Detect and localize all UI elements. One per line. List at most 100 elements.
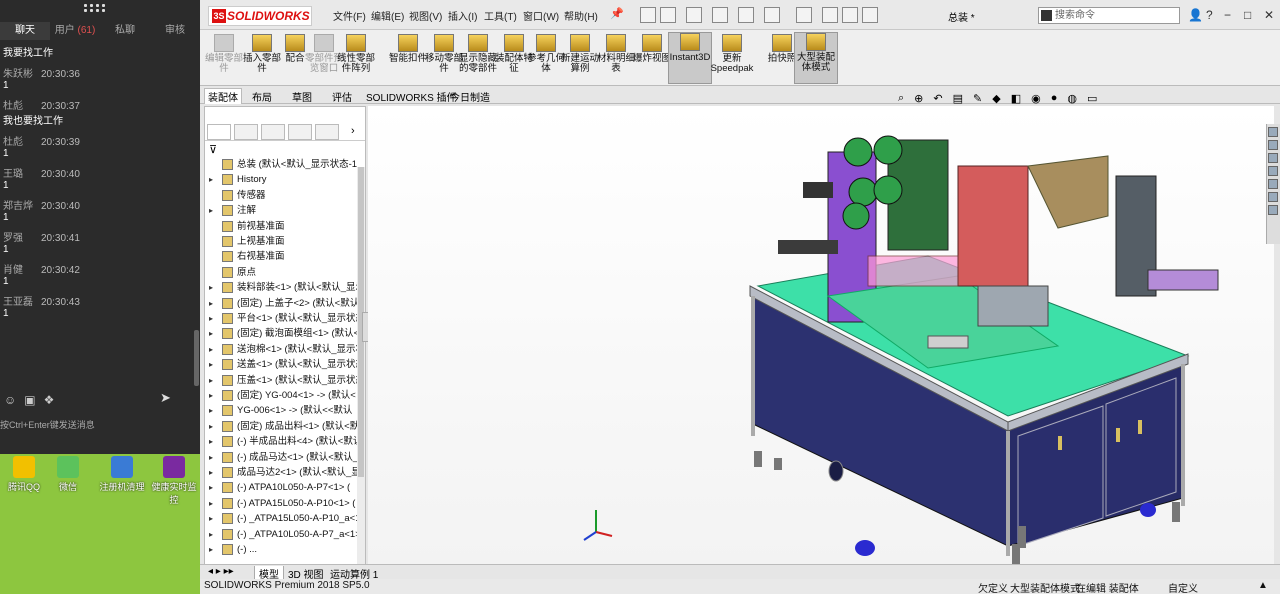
undo-icon[interactable] [764, 7, 780, 23]
desktop-icon-wechat[interactable]: 微信 [44, 454, 92, 493]
drag-handle-icon[interactable] [84, 4, 106, 14]
desktop-icon-monitor[interactable]: 健康实时监控 [150, 454, 198, 506]
ribbon-button-13[interactable]: Instant3D [668, 32, 712, 84]
tab-users[interactable]: 用户 (61) [50, 22, 100, 40]
expand-arrow-icon[interactable]: ▸ [209, 496, 213, 511]
section-view-icon[interactable]: ▤ [953, 92, 963, 106]
smile-icon[interactable]: ☺ [4, 393, 16, 407]
tab-chat[interactable]: 聊天 [0, 22, 50, 40]
appearance-icon[interactable]: ● [1051, 92, 1058, 106]
chevron-right-icon[interactable]: › [351, 125, 355, 137]
hide-show-icon[interactable]: ◉ [1031, 92, 1041, 106]
image-icon[interactable]: ▣ [24, 393, 35, 407]
options-icon[interactable] [862, 7, 878, 23]
menu-tools[interactable]: 工具(T) [484, 8, 517, 23]
expand-arrow-icon[interactable]: ▸ [209, 542, 213, 557]
maximize-button[interactable]: □ [1244, 8, 1251, 22]
tree-scrollbar[interactable] [357, 167, 365, 567]
info-icon[interactable]: ▲ [1258, 580, 1268, 591]
custom-props-icon[interactable] [1268, 192, 1278, 202]
expand-arrow-icon[interactable]: ▸ [209, 419, 213, 434]
send-icon[interactable]: ➤ [160, 390, 171, 406]
dynamic-annotation-icon[interactable]: ✎ [973, 92, 982, 106]
display-style-icon[interactable]: ◧ [1011, 92, 1021, 106]
tab-private[interactable]: 私聊 [100, 22, 150, 40]
desktop-icon-qq[interactable]: 腾讯QQ [0, 454, 48, 493]
user-icon[interactable]: 👤 [1188, 8, 1203, 22]
ribbon-button-14[interactable]: 更新Speedpak [710, 34, 754, 74]
expand-arrow-icon[interactable]: ▸ [209, 296, 213, 311]
expand-arrow-icon[interactable]: ▸ [209, 326, 213, 341]
expand-arrow-icon[interactable]: ▸ [209, 172, 213, 187]
gift-icon[interactable]: ❖ [44, 393, 55, 407]
select-icon[interactable] [796, 7, 812, 23]
search-input[interactable]: 搜索命令 [1038, 7, 1180, 24]
new-file-icon[interactable] [660, 7, 676, 23]
chat-input[interactable]: 按Ctrl+Enter键发送消息 [0, 418, 95, 431]
help-button[interactable]: ? [1206, 8, 1213, 22]
home-icon[interactable] [640, 7, 656, 23]
tab-assembly[interactable]: 装配体 [204, 88, 242, 104]
expand-arrow-icon[interactable]: ▸ [209, 311, 213, 326]
ribbon-button-16[interactable]: 大型装配体模式 [794, 32, 838, 84]
view-palette-icon[interactable] [1268, 166, 1278, 176]
chat-scrollbar[interactable] [194, 330, 199, 386]
pin-icon[interactable]: 📌 [610, 7, 624, 20]
tab-layout[interactable]: 布局 [252, 89, 272, 104]
expand-arrow-icon[interactable]: ▸ [209, 434, 213, 449]
menu-help[interactable]: 帮助(H) [564, 8, 598, 23]
expand-arrow-icon[interactable]: ▸ [209, 450, 213, 465]
zoom-area-icon[interactable]: ⊕ [914, 92, 923, 106]
design-library-icon[interactable] [1268, 140, 1278, 150]
tab-evaluate[interactable]: 评估 [332, 89, 352, 104]
close-button[interactable]: ✕ [1264, 8, 1274, 22]
dimxpert-tab-icon[interactable] [288, 124, 312, 140]
view-settings-icon[interactable]: ▭ [1087, 92, 1097, 106]
appearances-icon[interactable] [1268, 179, 1278, 189]
expand-arrow-icon[interactable]: ▸ [209, 403, 213, 418]
minimize-button[interactable]: − [1224, 8, 1231, 22]
ribbon-button-4[interactable]: 线性零部件阵列 [334, 34, 378, 74]
nav-arrows-icon[interactable]: ◂ ▸ ▸▸ [208, 566, 234, 577]
expand-arrow-icon[interactable]: ▸ [209, 480, 213, 495]
file-props-icon[interactable] [842, 7, 858, 23]
menu-edit[interactable]: 编辑(E) [371, 8, 404, 23]
view-orientation-icon[interactable]: ◆ [992, 92, 1000, 106]
expand-arrow-icon[interactable]: ▸ [209, 280, 213, 295]
expand-arrow-icon[interactable]: ▸ [209, 527, 213, 542]
graphics-area[interactable]: ⌕ ⊕ ↶ ▤ ✎ ◆ ◧ ◉ ● ◍ ▭ [368, 92, 1274, 564]
file-explorer-icon[interactable] [1268, 153, 1278, 163]
filter-icon[interactable]: ⊽ [209, 143, 217, 156]
expand-arrow-icon[interactable]: ▸ [209, 342, 213, 357]
featuretree-tab-icon[interactable] [207, 124, 231, 140]
menu-view[interactable]: 视图(V) [409, 8, 442, 23]
tab-review[interactable]: 审核 [150, 22, 200, 40]
tab-sketch[interactable]: 草图 [292, 89, 312, 104]
expand-arrow-icon[interactable]: ▸ [209, 511, 213, 526]
menu-window[interactable]: 窗口(W) [523, 8, 559, 23]
resources-icon[interactable] [1268, 127, 1278, 137]
scene-icon[interactable]: ◍ [1067, 92, 1077, 106]
save-icon[interactable] [712, 7, 728, 23]
previous-view-icon[interactable]: ↶ [933, 92, 942, 106]
menu-insert[interactable]: 插入(I) [448, 8, 477, 23]
expand-arrow-icon[interactable]: ▸ [209, 203, 213, 218]
open-file-icon[interactable] [686, 7, 702, 23]
expand-arrow-icon[interactable]: ▸ [209, 373, 213, 388]
expand-arrow-icon[interactable]: ▸ [209, 388, 213, 403]
expand-arrow-icon[interactable]: ▸ [209, 465, 213, 480]
property-tab-icon[interactable] [234, 124, 258, 140]
menu-file[interactable]: 文件(F) [333, 8, 366, 23]
status-units[interactable]: 自定义 [1168, 580, 1198, 595]
tab-manufacture[interactable]: 今日制造 [450, 89, 490, 104]
expand-arrow-icon[interactable]: ▸ [209, 357, 213, 372]
rebuild-icon[interactable] [822, 7, 838, 23]
print-icon[interactable] [738, 7, 754, 23]
display-tab-icon[interactable] [315, 124, 339, 140]
tab-addins[interactable]: SOLIDWORKS 插件 [366, 89, 457, 104]
zoom-fit-icon[interactable]: ⌕ [898, 92, 904, 106]
config-tab-icon[interactable] [261, 124, 285, 140]
solidworks-logo[interactable]: 3S SOLIDWORKS [208, 6, 312, 26]
desktop-icon-registry[interactable]: 注册机清理 [98, 454, 146, 493]
forum-icon[interactable] [1268, 205, 1278, 215]
